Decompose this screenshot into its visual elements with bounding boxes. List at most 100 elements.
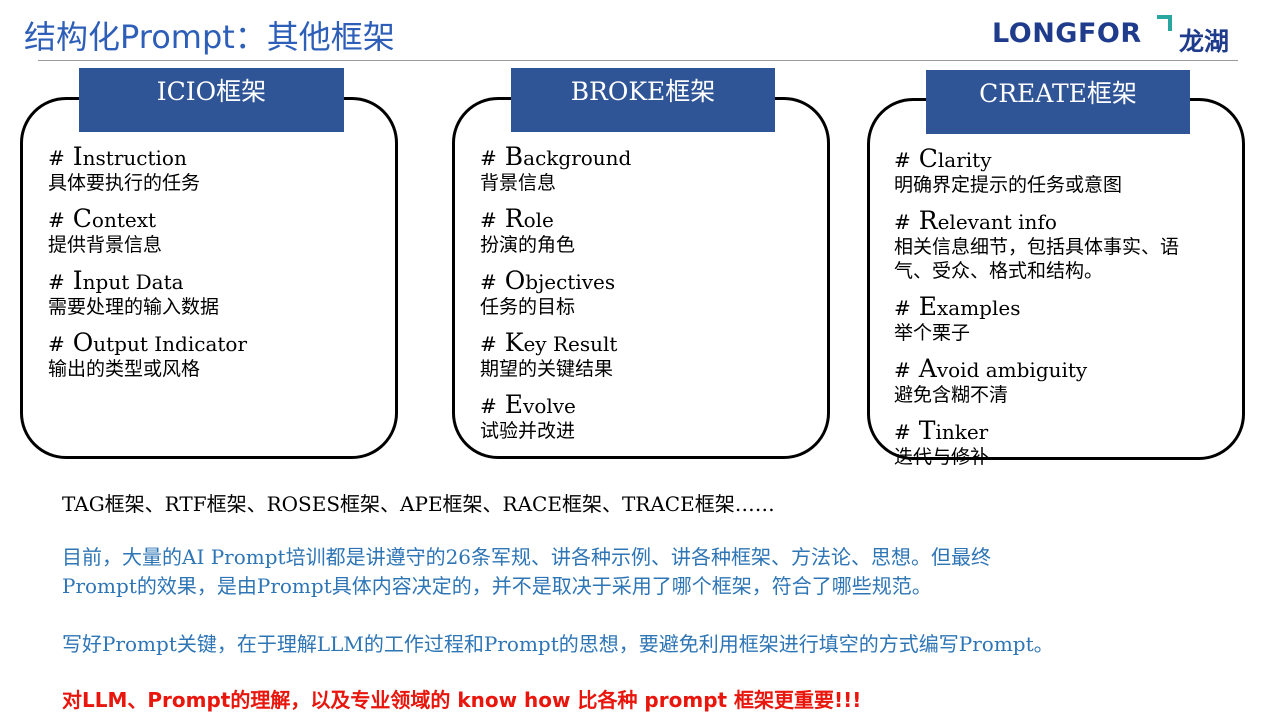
initial-letter: O <box>504 266 526 295</box>
item-description: 避免含糊不清 <box>894 384 1009 406</box>
initial-letter: R <box>504 204 524 233</box>
item-name-rest: ontext <box>91 208 157 232</box>
list-item: # Relevant info 相关信息细节，包括具体事实、语 气、受众、格式和结… <box>894 205 1179 284</box>
list-item: # Examples 举个栗子 <box>894 291 1179 346</box>
list-item: # Instruction 具体要执行的任务 <box>48 141 247 196</box>
hash-mark: # <box>480 394 497 418</box>
item-name: # Clarity <box>894 143 1179 174</box>
list-item: # Key Result 期望的关键结果 <box>480 327 631 382</box>
note-paragraph-line-1: 目前，大量的AI Prompt培训都是讲遵守的26条军规、讲各种示例、讲各种框架… <box>62 545 992 569</box>
list-item: # Context 提供背景信息 <box>48 203 247 258</box>
item-name: # Context <box>48 203 247 234</box>
initial-letter: E <box>504 390 524 419</box>
item-description: 迭代与修补 <box>894 446 990 468</box>
item-description-continued: 气、受众、格式和结构。 <box>894 260 1104 282</box>
note-paragraph-line-2: Prompt的效果，是由Prompt具体内容决定的，并不是取决于采用了哪个框架，… <box>62 574 932 598</box>
initial-letter: A <box>918 353 937 383</box>
hash-mark: # <box>48 332 65 356</box>
hash-mark: # <box>894 357 911 382</box>
initial-letter: T <box>918 415 936 445</box>
item-name: # Examples <box>894 291 1179 322</box>
item-name-rest: utput Indicator <box>93 332 248 356</box>
initial-letter: C <box>72 204 92 233</box>
item-name-rest: volve <box>523 394 576 418</box>
list-item: # Input Data 需要处理的输入数据 <box>48 265 247 320</box>
slide-title: 结构化Prompt：其他框架 <box>24 18 395 56</box>
hash-mark: # <box>894 210 911 234</box>
item-description: 明确界定提示的任务或意图 <box>894 174 1123 197</box>
item-description: 期望的关键结果 <box>480 358 614 381</box>
broke-item-list: # Background 背景信息 # Role 扮演的角色 # Objectives… <box>480 141 631 451</box>
hash-mark: # <box>48 146 65 170</box>
item-description: 举个栗子 <box>894 322 971 344</box>
hash-mark: # <box>480 270 497 294</box>
item-name-rest: nstruction <box>82 146 187 170</box>
item-name: # Tinker <box>894 415 1179 446</box>
logo-chinese-name: 龙湖 <box>1179 27 1230 56</box>
item-name: # Objectives <box>480 265 631 296</box>
initial-letter: E <box>918 291 938 321</box>
item-description: 提供背景信息 <box>48 234 163 257</box>
item-name-rest: nput Data <box>82 270 184 294</box>
icio-item-list: # Instruction 具体要执行的任务 # Context 提供背景信息 # I… <box>48 141 247 389</box>
item-name: # Instruction <box>48 141 247 172</box>
item-name-rest: ole <box>523 208 554 232</box>
item-description: 输出的类型或风格 <box>48 358 201 381</box>
item-description: 扮演的角色 <box>480 234 576 257</box>
list-item: # Output Indicator 输出的类型或风格 <box>48 327 247 382</box>
emphasis-line: 对LLM、Prompt的理解，以及专业领域的 know how 比各种 prom… <box>62 688 862 712</box>
item-description: 需要处理的输入数据 <box>48 296 220 319</box>
item-name-rest: inker <box>935 419 989 444</box>
initial-letter: C <box>918 144 938 173</box>
hash-mark: # <box>894 295 911 320</box>
item-name-rest: elevant info <box>937 210 1057 234</box>
item-name: # Relevant info <box>894 205 1179 236</box>
item-name: # Background <box>480 141 631 172</box>
key-point-line: 写好Prompt关键，在于理解LLM的工作过程和Prompt的思想，要避免利用框… <box>62 632 1054 656</box>
hash-mark: # <box>48 270 65 294</box>
item-name: # Output Indicator <box>48 327 247 358</box>
item-name-rest: ackground <box>523 146 632 170</box>
broke-frame-header: BROKE框架 <box>511 68 775 132</box>
create-frame-header: CREATE框架 <box>926 70 1190 134</box>
item-name: # Avoid ambiguity <box>894 353 1179 384</box>
item-description: 具体要执行的任务 <box>48 172 201 195</box>
item-name: # Evolve <box>480 389 631 420</box>
list-item: # Background 背景信息 <box>480 141 631 196</box>
item-description: 背景信息 <box>480 172 557 195</box>
initial-letter: B <box>504 142 524 171</box>
item-name: # Input Data <box>48 265 247 296</box>
initial-letter: R <box>918 206 938 235</box>
item-name-rest: xamples <box>937 295 1021 320</box>
list-item: # Evolve 试验并改进 <box>480 389 631 444</box>
hash-mark: # <box>480 208 497 232</box>
logo-wordmark: LONGFOR <box>992 18 1142 49</box>
item-name-rest: void ambiguity <box>936 357 1088 382</box>
item-name: # Role <box>480 203 631 234</box>
icio-frame-header: ICIO框架 <box>79 68 344 132</box>
title-divider <box>38 60 1238 61</box>
item-name: # Key Result <box>480 327 631 358</box>
hash-mark: # <box>48 208 65 232</box>
hash-mark: # <box>894 419 911 444</box>
item-description: 试验并改进 <box>480 420 576 443</box>
logo-corner-mark-icon <box>1157 15 1172 31</box>
item-description: 相关信息细节，包括具体事实、语 <box>894 236 1180 259</box>
list-item: # Objectives 任务的目标 <box>480 265 631 320</box>
initial-letter: K <box>504 328 524 357</box>
longfor-logo: LONGFOR 龙湖 <box>992 14 1242 56</box>
hash-mark: # <box>480 332 497 356</box>
hash-mark: # <box>894 148 911 172</box>
list-item: # Avoid ambiguity 避免含糊不清 <box>894 353 1179 408</box>
initial-letter: O <box>72 328 94 357</box>
item-name-rest: larity <box>937 148 992 172</box>
initial-letter: I <box>72 142 83 171</box>
list-item: # Tinker 迭代与修补 <box>894 415 1179 470</box>
other-frameworks-line: TAG框架、RTF框架、ROSES框架、APE框架、RACE框架、TRACE框架… <box>62 492 775 516</box>
initial-letter: I <box>72 266 83 295</box>
hash-mark: # <box>480 146 497 170</box>
item-name-rest: ey Result <box>523 332 618 356</box>
list-item: # Role 扮演的角色 <box>480 203 631 258</box>
list-item: # Clarity 明确界定提示的任务或意图 <box>894 143 1179 198</box>
create-item-list: # Clarity 明确界定提示的任务或意图 # Relevant info 相关信… <box>894 143 1179 477</box>
